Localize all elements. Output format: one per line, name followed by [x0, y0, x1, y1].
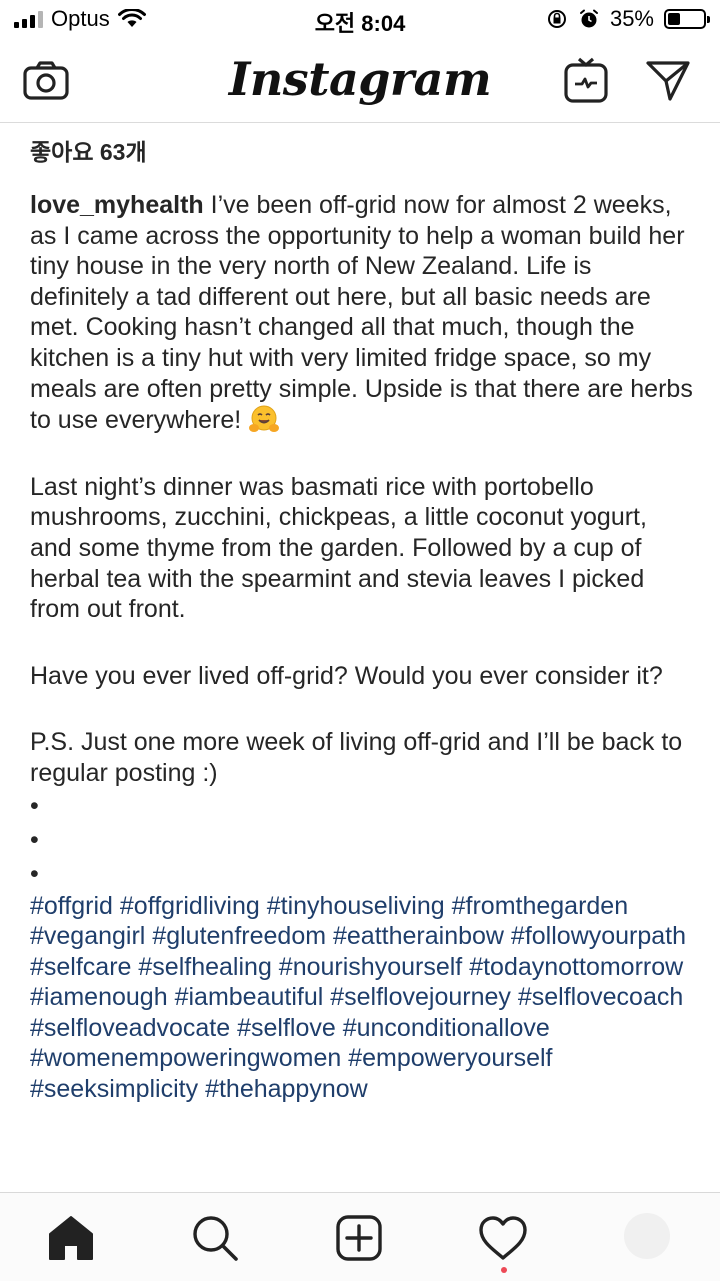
alarm-icon	[579, 9, 598, 28]
hashtag-link[interactable]: #womenempoweringwomen	[30, 1044, 341, 1072]
hashtag-link[interactable]: #selfhealing	[138, 953, 271, 981]
battery-icon	[664, 9, 710, 29]
home-icon[interactable]	[46, 1213, 96, 1263]
hashtag-link[interactable]: #followyourpath	[511, 922, 686, 950]
bullet-3: •	[30, 859, 39, 888]
orientation-lock-icon	[547, 10, 566, 28]
bullet-1: •	[30, 791, 39, 820]
battery-percent: 35%	[609, 6, 654, 31]
caption-paragraph-2: Last night’s dinner was basmati rice wit…	[30, 472, 647, 624]
hashtag-link[interactable]: #fromthegarden	[452, 892, 629, 920]
post-content: 좋아요 63개 love_myhealth I’ve been off-grid…	[30, 134, 695, 1105]
likes-count[interactable]: 좋아요 63개	[30, 134, 695, 170]
status-right: 35%	[546, 6, 710, 32]
hashtag-link[interactable]: #tinyhouseliving	[267, 892, 445, 920]
status-bar: Optus 오전 8:04 35%	[0, 0, 720, 40]
hashtag-link[interactable]: #selflovecoach	[518, 983, 683, 1011]
hashtag-link[interactable]: #unconditionallove	[343, 1014, 550, 1042]
caption-paragraph-4: P.S. Just one more week of living off-gr…	[30, 728, 683, 787]
caption-paragraph-3: Have you ever lived off-grid? Would you …	[30, 661, 663, 690]
direct-message-icon[interactable]	[642, 54, 694, 106]
profile-avatar[interactable]	[624, 1213, 670, 1259]
hashtag-link[interactable]: #offgridliving	[120, 892, 260, 920]
hashtag-link[interactable]: #nourishyourself	[279, 953, 462, 981]
post-caption: love_myhealth I’ve been off-grid now for…	[30, 190, 695, 1105]
hashtag-link[interactable]: #selfloveadvocate	[30, 1014, 230, 1042]
caption-paragraph-1: love_myhealth I’ve been off-grid now for…	[30, 190, 695, 436]
igtv-icon[interactable]	[560, 54, 612, 106]
hashtag-link[interactable]: #eattherainbow	[333, 922, 504, 950]
battery-level	[668, 13, 680, 25]
hashtag-link[interactable]: #selflovejourney	[330, 983, 511, 1011]
hashtag-link[interactable]: #selflove	[237, 1014, 336, 1042]
tab-bar	[0, 1192, 720, 1281]
activity-notification-dot	[501, 1267, 507, 1273]
hugging-face-emoji	[249, 405, 280, 433]
hashtag-link[interactable]: #thehappynow	[205, 1075, 368, 1103]
caption-intro: I’ve been off-grid now for almost 2 week…	[30, 191, 693, 435]
new-post-icon[interactable]	[334, 1213, 384, 1263]
hashtag-link[interactable]: #vegangirl	[30, 922, 145, 950]
post-username[interactable]: love_myhealth	[30, 191, 204, 219]
hashtag-list: #offgrid #offgridliving #tinyhouseliving…	[30, 891, 695, 1105]
brand-logo: Instagram	[228, 52, 492, 106]
search-icon[interactable]	[190, 1213, 240, 1263]
hashtag-link[interactable]: #glutenfreedom	[152, 922, 326, 950]
hashtag-link[interactable]: #iamenough	[30, 983, 168, 1011]
hashtag-link[interactable]: #selfcare	[30, 953, 131, 981]
activity-heart-icon[interactable]	[478, 1213, 528, 1263]
nav-header: Instagram	[0, 40, 720, 123]
hashtag-link[interactable]: #seeksimplicity	[30, 1075, 198, 1103]
hashtag-link[interactable]: #iambeautiful	[175, 983, 324, 1011]
hashtag-link[interactable]: #offgrid	[30, 892, 113, 920]
bullet-2: •	[30, 825, 39, 854]
hashtag-link[interactable]: #todaynottomorrow	[469, 953, 683, 981]
hashtag-link[interactable]: #empoweryourself	[348, 1044, 552, 1072]
